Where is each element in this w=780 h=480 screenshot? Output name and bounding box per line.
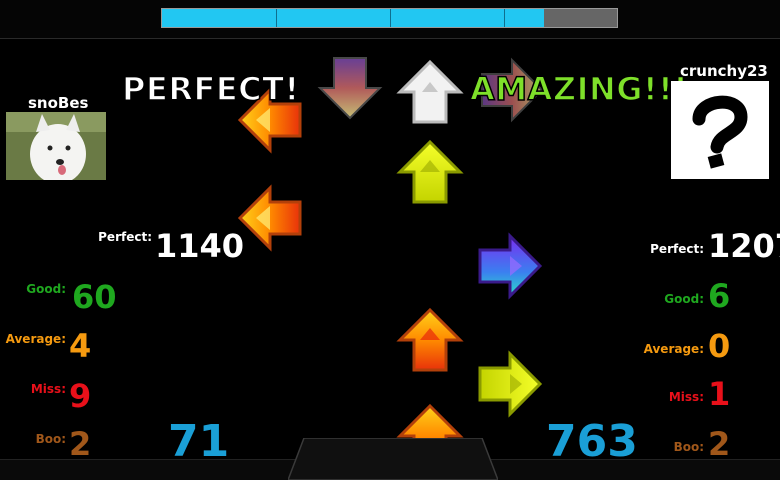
stat-boo-right: Boo: [673, 440, 704, 454]
center-panel [288, 438, 498, 480]
right-arrow-note [478, 352, 542, 416]
stat-miss-right: Miss: [668, 390, 704, 404]
stat-average-right: Average: [643, 342, 704, 356]
husky-dog-photo [6, 112, 106, 180]
avatar [6, 112, 106, 180]
stat-average-left: Average: [5, 332, 66, 346]
stat-miss-value-right: 1 [708, 375, 731, 413]
up-arrow-note [398, 140, 462, 204]
down-arrow-receptor [319, 57, 381, 119]
stat-miss-left: Miss: [30, 382, 66, 396]
up-arrow-receptor [398, 60, 462, 124]
stat-perfect-right: Perfect: [650, 242, 704, 256]
player-name-right: crunchy23 [680, 62, 768, 80]
player-name-left: snoBes [28, 94, 89, 112]
combo-counter-left: 71 [168, 416, 230, 467]
stat-miss-value-left: 9 [69, 377, 92, 415]
avatar [671, 81, 769, 179]
stat-boo-value-right: 2 [708, 425, 731, 463]
question-mark-icon [692, 95, 748, 169]
judgement-perfect: PERFECT! [121, 69, 300, 109]
stat-good-left: Good: [26, 282, 66, 296]
stat-perfect-left: Perfect: 1140 [98, 227, 245, 265]
stat-good-value-left: 60 [72, 278, 117, 316]
stat-boo-value-left: 2 [69, 425, 92, 463]
judgement-amazing: AMAZING!!! [469, 69, 689, 109]
left-arrow-note [238, 186, 302, 250]
stat-perfect-value-right: 1207 [708, 227, 780, 265]
stat-good-right: Good: [664, 292, 704, 306]
combo-counter-right: 763 [546, 416, 638, 467]
stat-boo-left: Boo: [35, 432, 66, 446]
up-arrow-note [398, 308, 462, 372]
stat-average-value-left: 4 [69, 327, 92, 365]
right-arrow-note [478, 234, 542, 298]
stat-good-value-right: 6 [708, 277, 731, 315]
stat-average-value-right: 0 [708, 327, 731, 365]
